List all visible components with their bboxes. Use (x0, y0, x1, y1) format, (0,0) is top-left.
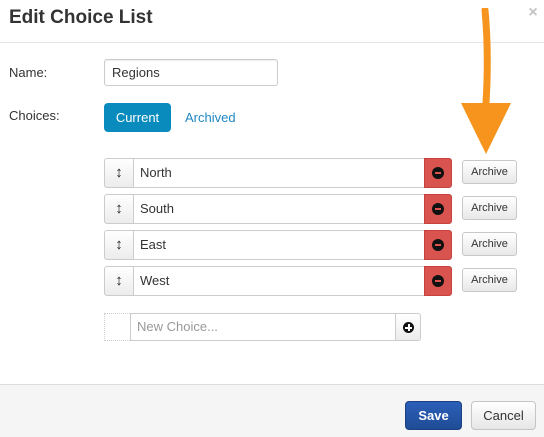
drag-handle-icon[interactable]: ↕ (104, 266, 133, 296)
save-button[interactable]: Save (405, 401, 462, 430)
remove-choice-button[interactable] (424, 266, 452, 296)
remove-choice-button[interactable] (424, 158, 452, 188)
new-choice-row: New Choice... (104, 313, 422, 341)
choice-input[interactable]: East (133, 230, 425, 260)
archive-button[interactable]: Archive (462, 268, 517, 292)
close-icon[interactable]: × (526, 4, 540, 22)
dialog-title: Edit Choice List (9, 7, 153, 28)
choice-input[interactable]: South (133, 194, 425, 224)
drag-handle-icon[interactable]: ↕ (104, 230, 133, 260)
archive-button[interactable]: Archive (462, 232, 517, 256)
choices-label: Choices: (9, 108, 60, 123)
plus-circle-icon (403, 322, 414, 333)
minus-circle-icon (432, 239, 444, 251)
choice-input[interactable]: West (133, 266, 425, 296)
choice-input[interactable]: North (133, 158, 425, 188)
tab-archived[interactable]: Archived (185, 103, 236, 132)
choice-row-west: ↕ West Archive (104, 266, 519, 296)
minus-circle-icon (432, 203, 444, 215)
name-label: Name: (9, 65, 48, 80)
edit-choice-list-dialog: Edit Choice List × Name: Regions Choices… (0, 0, 544, 437)
name-input[interactable]: Regions (104, 59, 278, 86)
archive-button[interactable]: Archive (462, 196, 517, 220)
archive-button[interactable]: Archive (462, 160, 517, 184)
choice-row-east: ↕ East Archive (104, 230, 519, 260)
new-choice-spacer (104, 313, 130, 341)
remove-choice-button[interactable] (424, 230, 452, 260)
remove-choice-button[interactable] (424, 194, 452, 224)
drag-handle-icon[interactable]: ↕ (104, 194, 133, 224)
minus-circle-icon (432, 167, 444, 179)
dialog-footer: Save Cancel (0, 384, 544, 437)
choice-row-north: ↕ North Archive (104, 158, 519, 188)
minus-circle-icon (432, 275, 444, 287)
tab-current[interactable]: Current (104, 103, 171, 132)
add-choice-button[interactable] (395, 313, 421, 341)
annotation-arrow-icon (461, 8, 511, 154)
choice-row-south: ↕ South Archive (104, 194, 519, 224)
cancel-button[interactable]: Cancel (471, 401, 536, 430)
drag-handle-icon[interactable]: ↕ (104, 158, 133, 188)
new-choice-input[interactable]: New Choice... (130, 313, 396, 341)
